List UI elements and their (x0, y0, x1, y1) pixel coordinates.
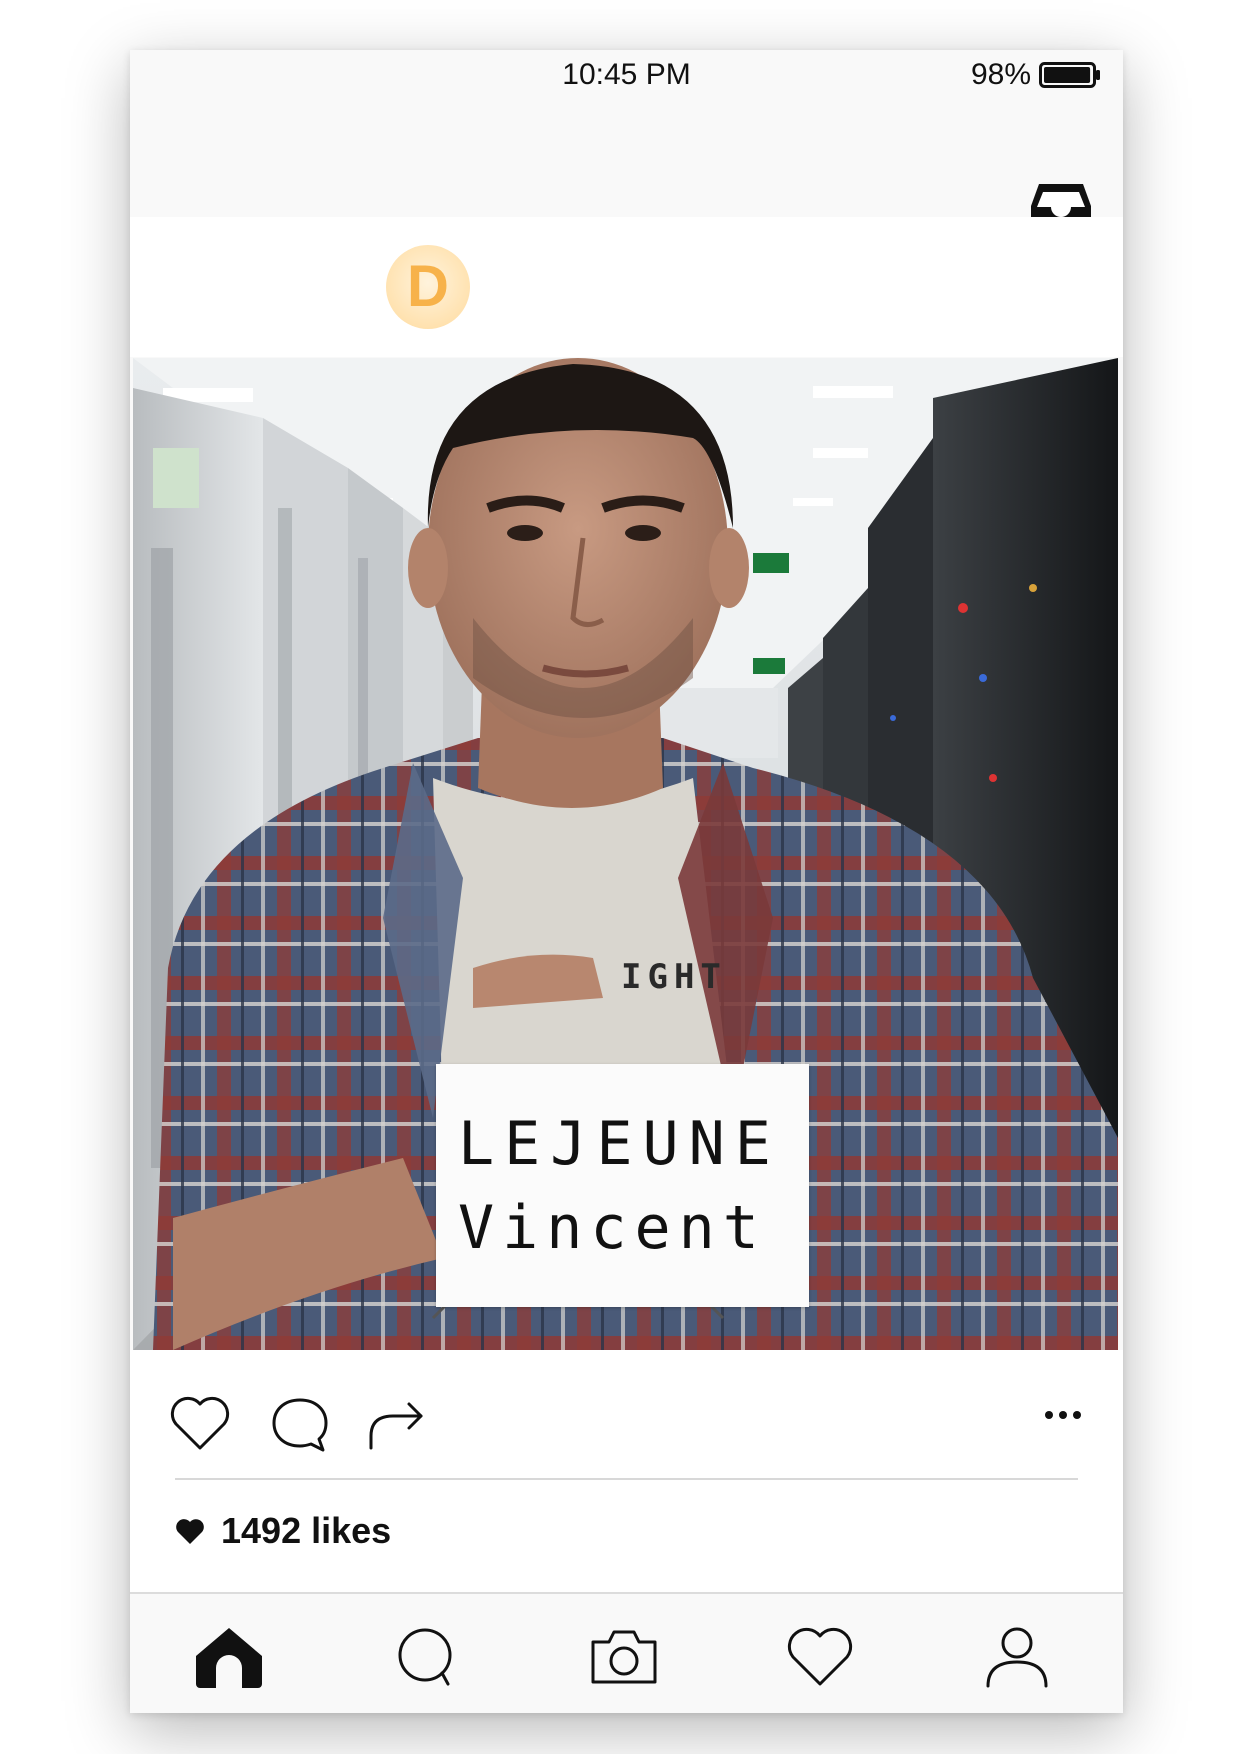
camera-icon[interactable] (587, 1624, 661, 1690)
battery-indicator: 98% (971, 58, 1101, 92)
status-bar: 10:45 PM 98% (130, 50, 1123, 110)
heart-icon[interactable] (783, 1624, 857, 1690)
share-icon[interactable] (365, 1392, 429, 1456)
shirt-print-text: IGHT (621, 957, 727, 997)
post-header: D (130, 217, 1123, 357)
name-sign: LEJEUNE Vincent (436, 1064, 809, 1307)
profile-icon[interactable] (980, 1624, 1054, 1690)
divider (175, 1478, 1078, 1480)
more-icon[interactable] (1043, 1408, 1083, 1422)
phone-frame: 10:45 PM 98% D IGHT LEJEUNE Vincent 1492… (130, 50, 1123, 1713)
heart-icon[interactable] (168, 1392, 232, 1456)
sign-first-name: Vincent (458, 1192, 767, 1263)
avatar[interactable]: D (386, 245, 470, 329)
bottom-tab-bar (130, 1592, 1123, 1713)
likes-row[interactable]: 1492 likes (175, 1510, 391, 1552)
likes-heart-icon (176, 1519, 204, 1544)
likes-count: 1492 likes (221, 1510, 392, 1551)
avatar-letter: D (407, 254, 449, 319)
search-icon[interactable] (390, 1624, 464, 1690)
comment-icon[interactable] (268, 1392, 332, 1456)
post-photo[interactable]: IGHT LEJEUNE Vincent (133, 358, 1118, 1350)
battery-icon (1039, 62, 1100, 88)
battery-percent: 98% (970, 58, 1031, 91)
sign-last-name: LEJEUNE (458, 1108, 781, 1179)
home-icon[interactable] (192, 1624, 266, 1690)
